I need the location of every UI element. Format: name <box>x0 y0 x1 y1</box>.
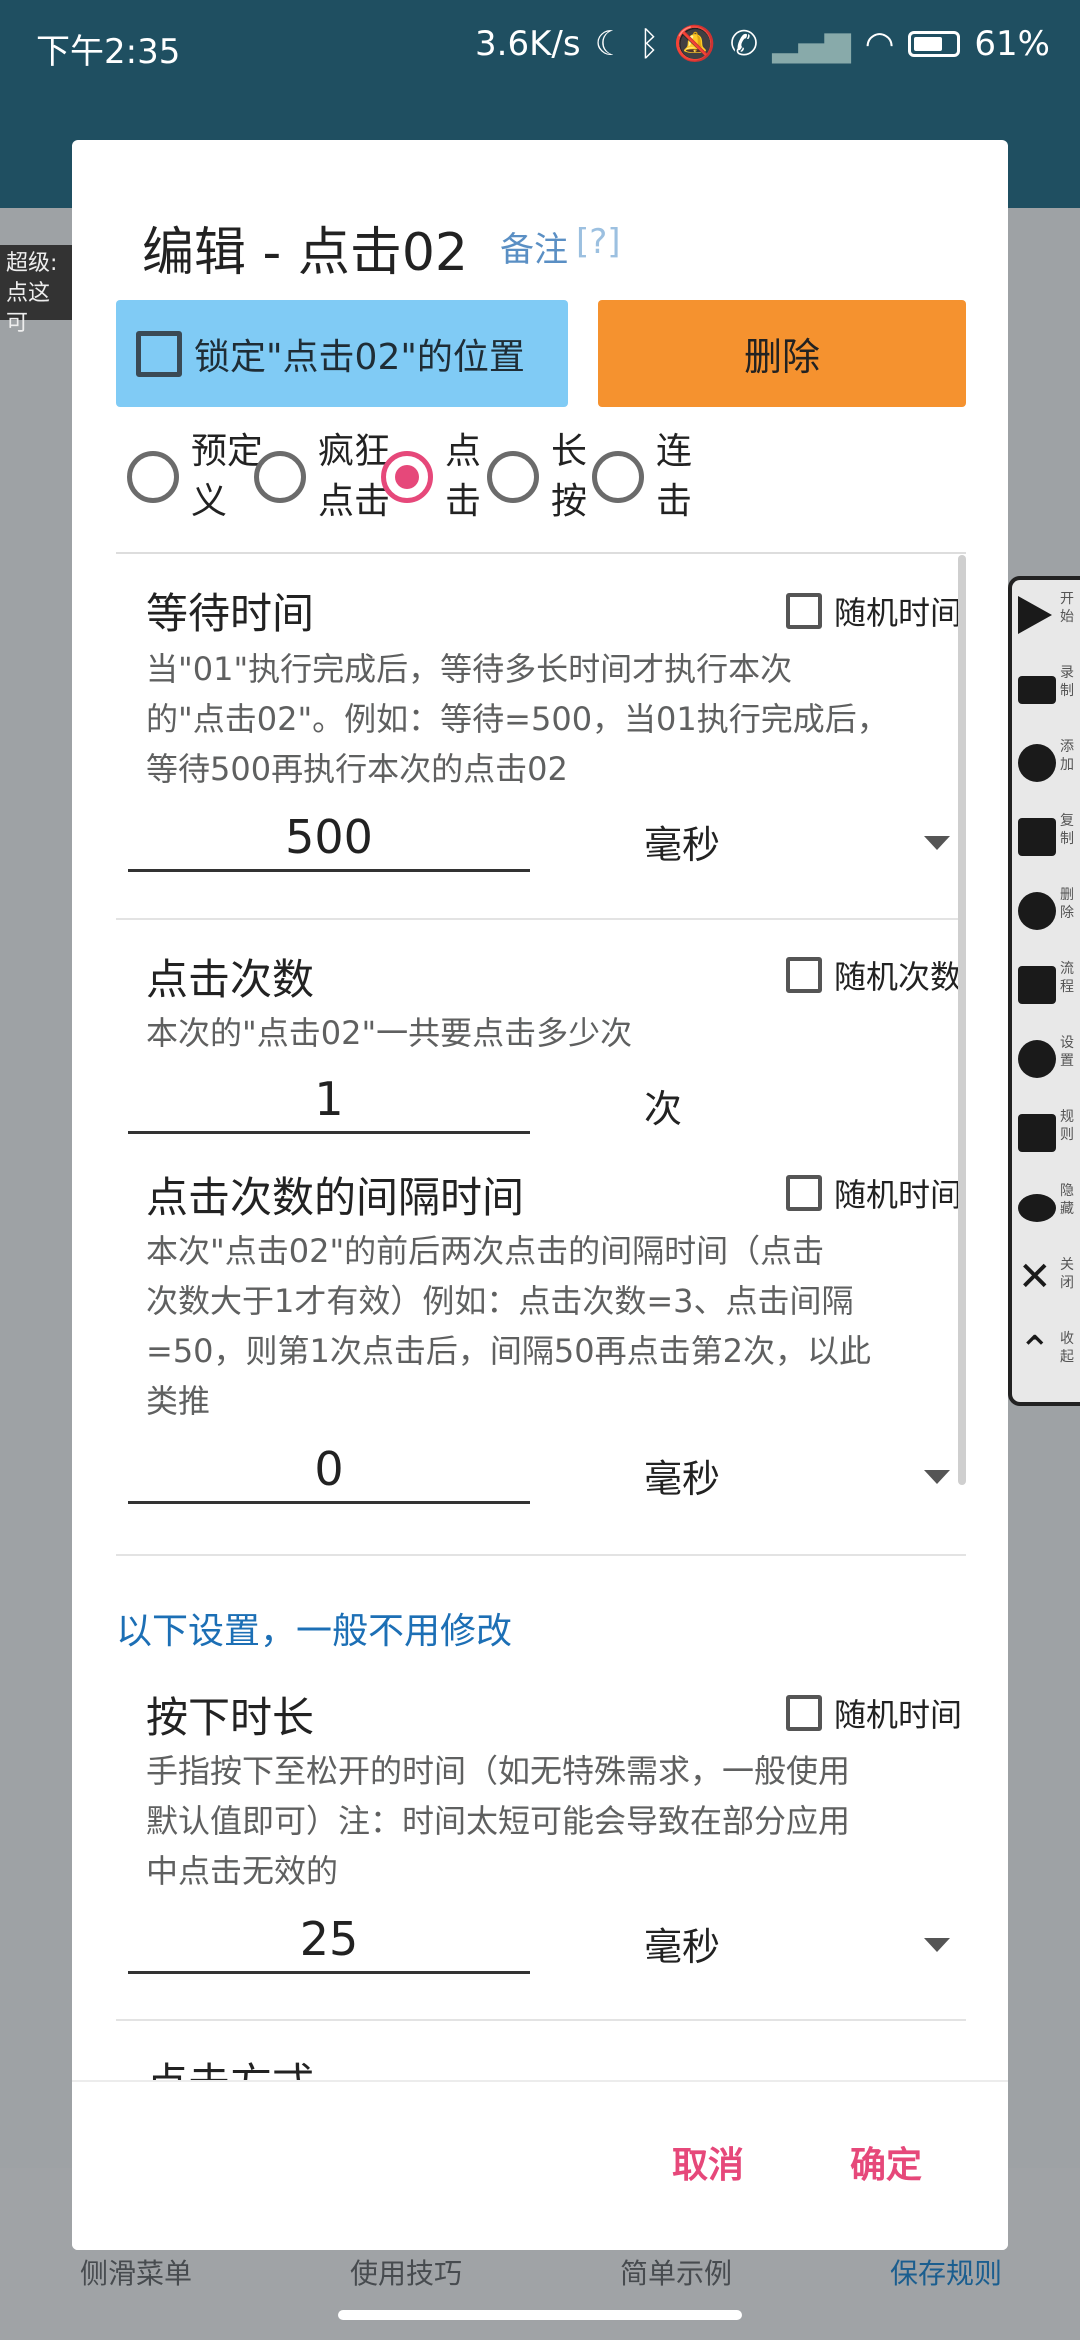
gear-icon <box>1018 1040 1056 1078</box>
wait-unit-dropdown-icon[interactable] <box>924 836 950 850</box>
radio-circle[interactable] <box>254 451 306 503</box>
radio-predefined[interactable]: 预定义 <box>127 427 263 527</box>
float-add-button[interactable]: 添加 <box>1016 732 1078 802</box>
random-interval-checkbox[interactable]: 随机时间 <box>786 1170 962 1216</box>
collapse-icon: ⌃ <box>1018 1328 1052 1374</box>
mute-icon: 🔕 <box>673 24 716 64</box>
float-delete-button[interactable]: 删除 <box>1016 880 1078 950</box>
radio-circle[interactable] <box>592 451 644 503</box>
advanced-settings-hint: 以下设置，一般不用修改 <box>116 1611 513 1652</box>
click-count-unit: 次 <box>644 1087 683 1131</box>
radio-circle[interactable] <box>127 451 179 503</box>
press-unit-dropdown-icon[interactable] <box>924 1938 950 1952</box>
moon-icon: ☾ <box>594 24 626 64</box>
remove-icon <box>1018 892 1056 930</box>
click-count-title: 点击次数 <box>146 955 315 1004</box>
wait-time-input[interactable]: 500 <box>128 810 530 872</box>
play-icon <box>1018 596 1052 634</box>
wait-time-description: 当"01"执行完成后，等待多长时间才执行本次 的"点击02"。例如：等待=500，… <box>146 650 889 788</box>
video-icon <box>1018 676 1056 704</box>
float-flow-button[interactable]: 流程 <box>1016 954 1078 1024</box>
lock-position-label: 锁定"点击02"的位置 <box>194 336 525 378</box>
network-speed: 3.6K/s <box>475 24 581 64</box>
float-rules-button[interactable]: 规则 <box>1016 1102 1078 1172</box>
wait-time-title: 等待时间 <box>146 589 315 638</box>
note-link[interactable]: 备注 <box>500 222 568 271</box>
interval-unit-select[interactable]: 毫秒 <box>644 1448 720 1503</box>
interval-description: 本次"点击02"的前后两次点击的间隔时间（点击 次数大于1才有效）例如：点击次数=… <box>146 1232 871 1420</box>
status-icons: 3.6K/s ☾ ᛒ 🔕 ✆ ▂▄▆ ◠ 61% <box>475 24 1050 64</box>
float-start-button[interactable]: 开始 <box>1016 584 1078 654</box>
click-count-input[interactable]: 1 <box>128 1072 530 1134</box>
float-settings-button[interactable]: 设置 <box>1016 1028 1078 1098</box>
lock-position-button[interactable]: 锁定"点击02"的位置 <box>116 300 568 407</box>
wifi-icon: ◠ <box>864 24 895 64</box>
nav-tips[interactable]: 使用技巧 <box>350 2252 462 2292</box>
status-bar: 下午2:35 3.6K/s ☾ ᛒ 🔕 ✆ ▂▄▆ ◠ 61% <box>0 0 1080 90</box>
help-link[interactable]: [?] <box>576 222 621 262</box>
float-close-button[interactable]: ✕ 关闭 <box>1016 1250 1078 1320</box>
float-hide-button[interactable]: 隐藏 <box>1016 1176 1078 1246</box>
settings-scroll-area[interactable]: 等待时间 随机时间 当"01"执行完成后，等待多长时间才执行本次 的"点击02"。… <box>116 552 966 2080</box>
radio-click[interactable]: 点击 <box>381 427 481 527</box>
divider <box>116 918 966 920</box>
press-duration-input[interactable]: 25 <box>128 1912 530 1974</box>
cancel-button[interactable]: 取消 <box>672 2136 744 2188</box>
random-press-checkbox[interactable]: 随机时间 <box>786 1690 962 1736</box>
radio-circle[interactable] <box>487 451 539 503</box>
click-mode-title: 点击方式 <box>146 2050 314 2080</box>
press-unit-select[interactable]: 毫秒 <box>644 1916 720 1971</box>
radio-crazy-click[interactable]: 疯狂 点击 <box>254 427 390 527</box>
nav-examples[interactable]: 简单示例 <box>620 2252 732 2292</box>
nav-side-menu[interactable]: 侧滑菜单 <box>80 2252 192 2292</box>
radio-long-press[interactable]: 长按 <box>487 427 587 527</box>
click-count-description: 本次的"点击02"一共要点击多少次 <box>146 1014 633 1052</box>
lock-checkbox[interactable] <box>136 330 182 377</box>
background-tip: 超级:点这可 <box>0 245 75 336</box>
divider <box>116 1554 966 1556</box>
press-duration-description: 手指按下至松开的时间（如无特殊需求，一般使用 默认值即可）注：时间太短可能会导致在… <box>146 1752 851 1890</box>
edit-click-dialog: 编辑 - 点击02 备注 [?] 锁定"点击02"的位置 删除 预定义 疯狂 点击… <box>72 140 1008 2250</box>
dialog-footer: 取消 确定 <box>72 2080 1008 2250</box>
float-record-button[interactable]: 录制 <box>1016 658 1078 728</box>
random-count-checkbox[interactable]: 随机次数 <box>786 952 962 998</box>
confirm-button[interactable]: 确定 <box>850 2136 922 2188</box>
radio-multi-click[interactable]: 连击 <box>592 427 692 527</box>
dialog-title: 编辑 - 点击02 <box>142 223 468 283</box>
random-wait-checkbox[interactable]: 随机时间 <box>786 588 962 634</box>
eye-off-icon <box>1018 1194 1056 1222</box>
delete-button[interactable]: 删除 <box>598 300 966 407</box>
interval-title: 点击次数的间隔时间 <box>146 1173 525 1222</box>
scrollbar[interactable] <box>958 555 966 1485</box>
interval-unit-dropdown-icon[interactable] <box>924 1470 950 1484</box>
copy-icon <box>1018 818 1056 856</box>
add-icon <box>1018 744 1056 782</box>
close-icon: ✕ <box>1018 1254 1052 1300</box>
flow-icon <box>1018 966 1056 1004</box>
rules-icon <box>1018 1114 1056 1152</box>
press-duration-title: 按下时长 <box>146 1693 315 1742</box>
bluetooth-icon: ᛒ <box>639 24 660 64</box>
battery-percent: 61% <box>974 24 1050 64</box>
signal-icon: ▂▄▆ <box>772 24 851 64</box>
nav-save-rule[interactable]: 保存规则 <box>890 2252 1002 2292</box>
float-copy-button[interactable]: 复制 <box>1016 806 1078 876</box>
divider <box>116 2019 966 2021</box>
radio-circle[interactable] <box>381 451 433 503</box>
floating-toolbar: 开始 录制 添加 复制 删除 流程 设置 规则 隐藏 ✕ 关闭 ⌃ 收起 <box>1008 576 1080 1406</box>
click-type-radio-group: 预定义 疯狂 点击 点击 长按 连击 <box>127 427 967 537</box>
status-time: 下午2:35 <box>36 32 181 72</box>
wait-unit-select[interactable]: 毫秒 <box>644 814 720 869</box>
home-indicator[interactable] <box>338 2310 742 2320</box>
float-collapse-button[interactable]: ⌃ 收起 <box>1016 1324 1078 1394</box>
battery-icon <box>908 31 961 57</box>
interval-input[interactable]: 0 <box>128 1442 530 1504</box>
call-icon: ✆ <box>729 24 759 64</box>
